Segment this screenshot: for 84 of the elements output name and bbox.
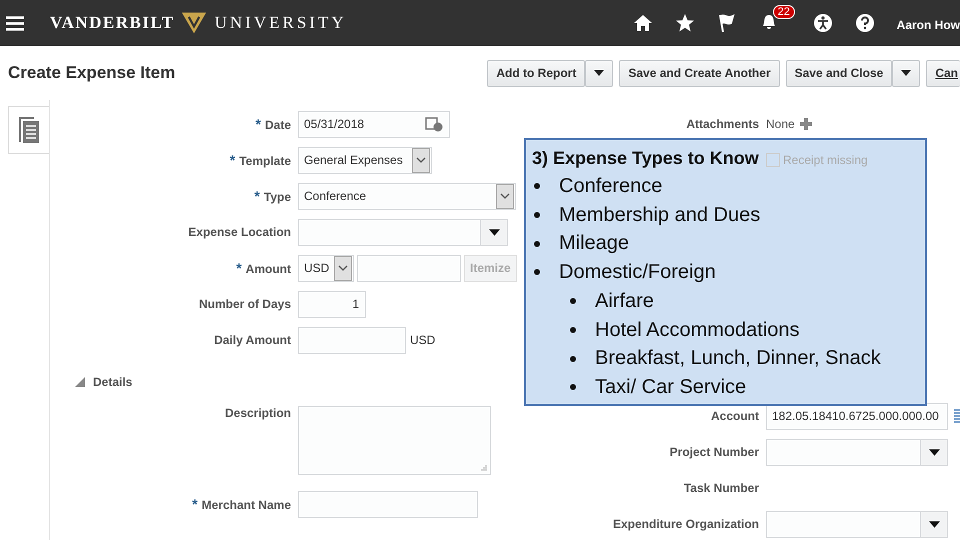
- field-label: Attachments: [686, 117, 759, 131]
- field-label: Project Number: [670, 445, 759, 459]
- caret-icon: [901, 70, 912, 76]
- chevron-icon: [496, 184, 514, 208]
- help-icon[interactable]: [854, 13, 875, 33]
- list-item: Airfare: [595, 288, 654, 314]
- field-label: Task Number: [684, 481, 759, 495]
- action-button[interactable]: Add to Report: [487, 60, 586, 86]
- list-item: Breakfast, Lunch, Dinner, Snack: [595, 346, 881, 372]
- document-icon: [18, 116, 40, 144]
- bullet-icon: [570, 326, 576, 333]
- bullet-icon: [534, 240, 540, 247]
- field-label: Date: [264, 118, 291, 132]
- date-field[interactable]: 05/31/2018: [298, 110, 450, 138]
- side-tab[interactable]: [8, 106, 49, 154]
- field-label: Description: [224, 406, 291, 420]
- unit-label: USD: [410, 333, 436, 347]
- add-icon[interactable]: [800, 118, 812, 130]
- bullet-icon: [570, 384, 576, 390]
- dropdown-icon: [480, 220, 507, 244]
- brand-name: UNIVERSITY: [214, 13, 347, 33]
- list-item: Hotel Accommodations: [595, 318, 800, 343]
- caret-icon: [594, 70, 604, 76]
- resize-grip-icon[interactable]: [481, 465, 487, 471]
- flag-icon[interactable]: [716, 13, 737, 33]
- star-icon[interactable]: [674, 13, 695, 33]
- bullet-icon: [570, 356, 576, 362]
- field-label: Merchant Name: [202, 498, 291, 512]
- menu-icon[interactable]: [6, 16, 24, 30]
- required-mark: *: [256, 116, 261, 132]
- list-field[interactable]: [766, 438, 948, 466]
- field-label: Amount: [246, 262, 291, 276]
- field-label: Daily Amount: [214, 333, 291, 347]
- accessibility-icon[interactable]: [812, 13, 833, 33]
- callout-title: 3) Expense Types to Know: [532, 147, 759, 170]
- action-button[interactable]: Can: [926, 60, 960, 86]
- required-mark: *: [254, 188, 260, 204]
- action-button[interactable]: Save and Create Another: [619, 60, 780, 86]
- page-title: Create Expense Item: [8, 63, 176, 83]
- field-label: Account: [711, 409, 759, 423]
- bullet-icon: [534, 269, 540, 276]
- field-label: Template: [239, 154, 291, 168]
- home-icon[interactable]: [632, 13, 653, 33]
- field-label: Type: [264, 190, 291, 204]
- list-field[interactable]: [298, 218, 508, 246]
- list-item: Conference: [559, 174, 662, 199]
- attachments-value: None: [766, 117, 795, 131]
- list-item: Mileage: [559, 231, 630, 256]
- list-item: Membership and Dues: [559, 202, 760, 228]
- input-field[interactable]: [298, 326, 406, 354]
- required-mark: *: [230, 152, 236, 168]
- user-name[interactable]: Aaron How: [896, 18, 960, 32]
- dropdown-icon: [920, 440, 947, 464]
- brand-name: VANDERBILT: [50, 13, 175, 33]
- account-picker-icon[interactable]: [954, 409, 960, 423]
- calendar-icon[interactable]: [425, 116, 443, 132]
- notification-badge: 22: [772, 4, 795, 18]
- list-item: Taxi/ Car Service: [595, 374, 746, 400]
- required-mark: *: [236, 260, 242, 276]
- section-header[interactable]: Details: [93, 375, 132, 389]
- list-field[interactable]: [766, 510, 948, 538]
- bullet-icon: [534, 212, 540, 218]
- required-mark: *: [192, 496, 198, 512]
- input-field[interactable]: [298, 490, 478, 518]
- list-item: Domestic/Foreign: [559, 260, 716, 286]
- currency-select[interactable]: USD: [298, 254, 354, 282]
- dropdown-button[interactable]: [892, 60, 920, 86]
- amount-field[interactable]: [357, 254, 461, 282]
- number-field[interactable]: 1: [298, 290, 366, 318]
- field-label: Number of Days: [198, 297, 291, 311]
- bullet-icon: [570, 298, 576, 304]
- select-field[interactable]: Conference: [298, 182, 516, 210]
- bullet-icon: [534, 183, 540, 190]
- shield-logo-icon: [180, 11, 207, 35]
- field-label: Expense Location: [188, 225, 291, 239]
- dropdown-icon: [920, 512, 947, 536]
- chevron-icon: [334, 256, 352, 280]
- select-field[interactable]: General Expenses: [298, 146, 432, 174]
- action-button[interactable]: Save and Close: [786, 60, 892, 86]
- expand-triangle-icon[interactable]: [75, 377, 85, 387]
- field-label: Expenditure Organization: [612, 517, 759, 531]
- chevron-icon: [412, 148, 430, 172]
- dropdown-button[interactable]: [585, 60, 614, 86]
- checkbox-label: Receipt missing: [783, 153, 868, 167]
